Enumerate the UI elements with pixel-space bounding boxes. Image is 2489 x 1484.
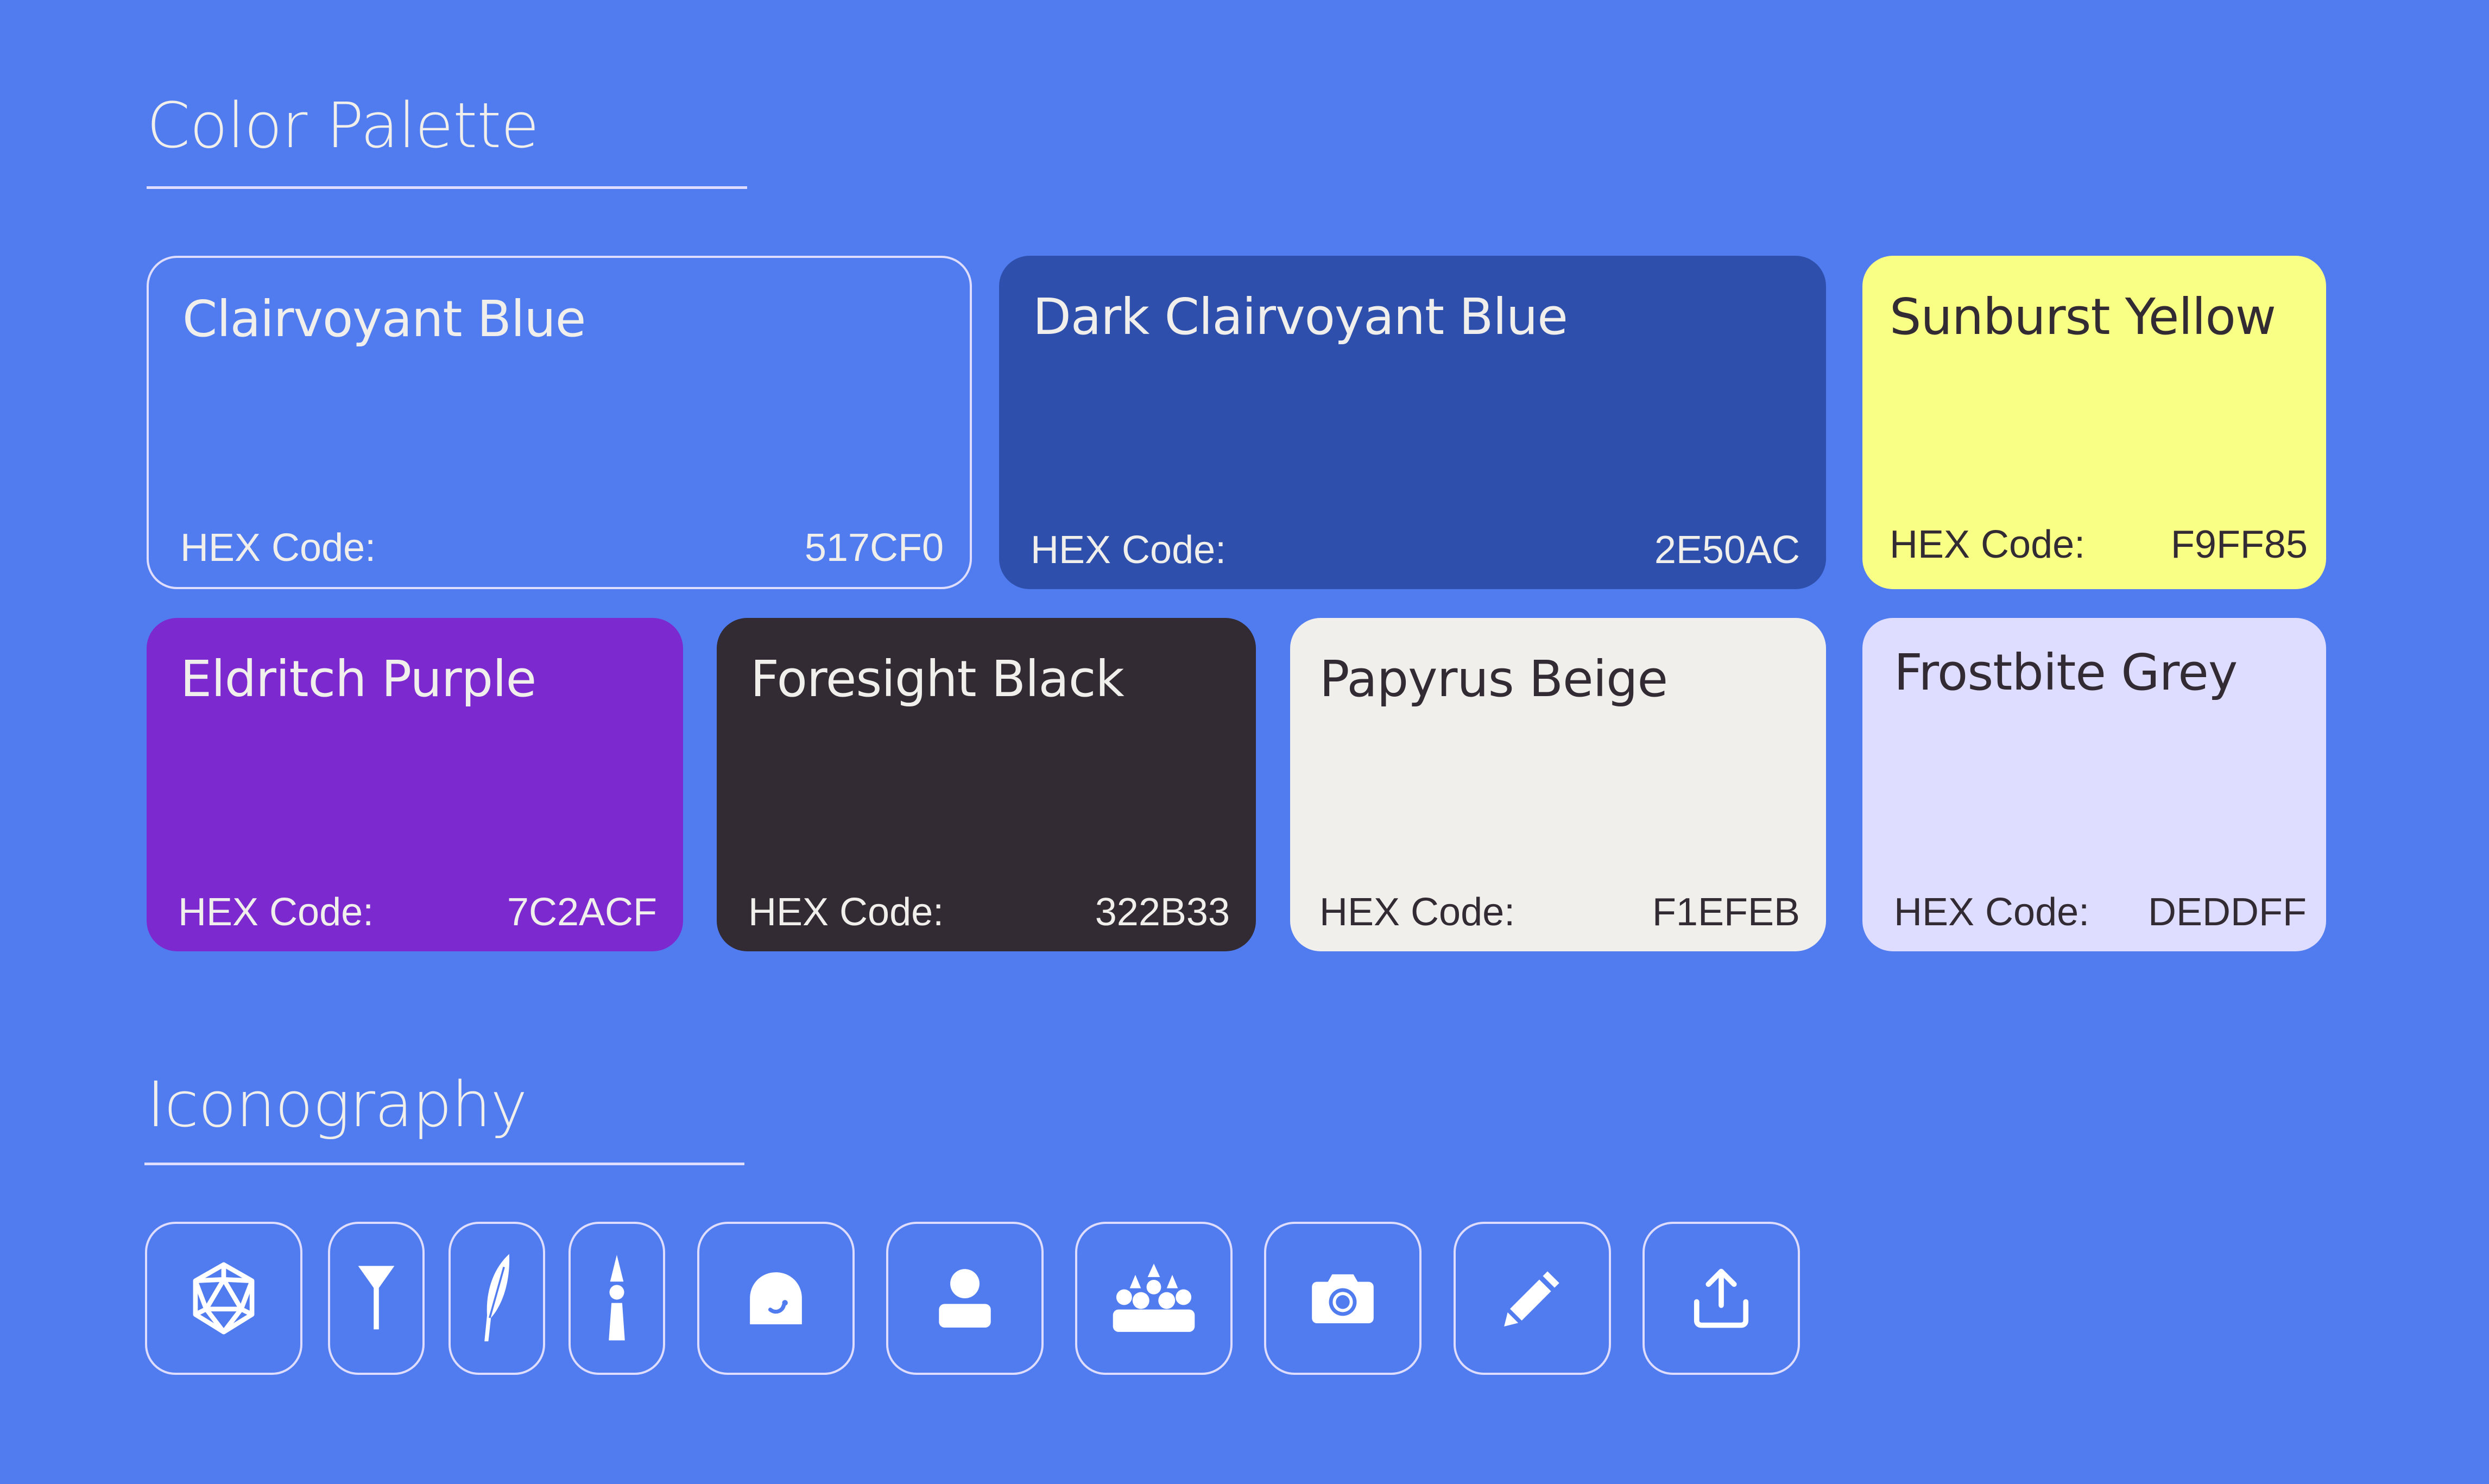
color-name: Frostbite Grey — [1894, 643, 2238, 702]
color-name: Eldritch Purple — [180, 650, 536, 708]
color-name: Papyrus Beige — [1319, 650, 1668, 708]
hex-code-label: HEX Code: — [180, 526, 376, 570]
color-card-frostbite-grey: Frostbite Grey HEX Code: DEDDFF — [1862, 618, 2326, 951]
feather-quill-icon — [484, 1254, 510, 1342]
hex-code-value: 322B33 — [1095, 891, 1230, 934]
icon-tile-d20[interactable] — [145, 1222, 302, 1375]
color-name: Sunburst Yellow — [1890, 288, 2276, 346]
icon-tile-group[interactable] — [1075, 1222, 1233, 1375]
hex-code-label: HEX Code: — [1319, 891, 1515, 934]
camera-icon — [1312, 1274, 1374, 1324]
hex-code-value: 2E50AC — [1654, 528, 1800, 572]
color-name: Foresight Black — [750, 650, 1125, 708]
hex-code-value: 517CF0 — [804, 526, 944, 570]
color-card-eldritch-purple: Eldritch Purple HEX Code: 7C2ACF — [147, 618, 683, 951]
hex-code-value: F9FF85 — [2170, 523, 2308, 566]
hex-code-label: HEX Code: — [1890, 523, 2086, 566]
icon-tile-user[interactable] — [886, 1222, 1044, 1375]
pencil-icon — [1504, 1271, 1559, 1327]
hex-code-label: HEX Code: — [748, 891, 944, 934]
share-upload-icon — [1694, 1268, 1749, 1328]
character-head-icon — [750, 1272, 802, 1324]
hex-code-value: DEDDFF — [2148, 891, 2307, 934]
icon-tile-share[interactable] — [1643, 1222, 1800, 1375]
color-name: Dark Clairvoyant Blue — [1033, 288, 1568, 346]
palette-title-divider — [147, 186, 747, 189]
icon-tile-tower[interactable] — [568, 1222, 665, 1375]
icon-tile-goblet[interactable] — [328, 1222, 425, 1375]
iconography-section-title: Iconography — [147, 1069, 527, 1141]
color-card-foresight-black: Foresight Black HEX Code: 322B33 — [717, 618, 1256, 951]
group-icon — [1113, 1264, 1195, 1332]
icon-tile-pencil[interactable] — [1454, 1222, 1611, 1375]
tower-icon — [609, 1255, 625, 1341]
user-icon — [939, 1269, 991, 1328]
color-card-sunburst-yellow: Sunburst Yellow HEX Code: F9FF85 — [1862, 256, 2326, 589]
hex-code-label: HEX Code: — [1894, 891, 2090, 934]
color-card-dark-clairvoyant-blue: Dark Clairvoyant Blue HEX Code: 2E50AC — [999, 256, 1826, 589]
hex-code-label: HEX Code: — [178, 891, 374, 934]
color-card-papyrus-beige: Papyrus Beige HEX Code: F1EFEB — [1290, 618, 1826, 951]
color-card-clairvoyant-blue: Clairvoyant Blue HEX Code: 517CF0 — [147, 256, 972, 589]
palette-section-title: Color Palette — [147, 90, 539, 162]
d20-dice-icon — [193, 1262, 255, 1335]
color-name: Clairvoyant Blue — [182, 290, 586, 348]
icon-tile-camera[interactable] — [1264, 1222, 1422, 1375]
goblet-icon — [358, 1266, 395, 1330]
hex-code-value: 7C2ACF — [507, 891, 657, 934]
hex-code-value: F1EFEB — [1652, 891, 1800, 934]
iconography-title-divider — [144, 1163, 744, 1165]
icon-tile-feather[interactable] — [448, 1222, 545, 1375]
icon-tile-character-head[interactable] — [697, 1222, 855, 1375]
hex-code-label: HEX Code: — [1031, 528, 1227, 572]
